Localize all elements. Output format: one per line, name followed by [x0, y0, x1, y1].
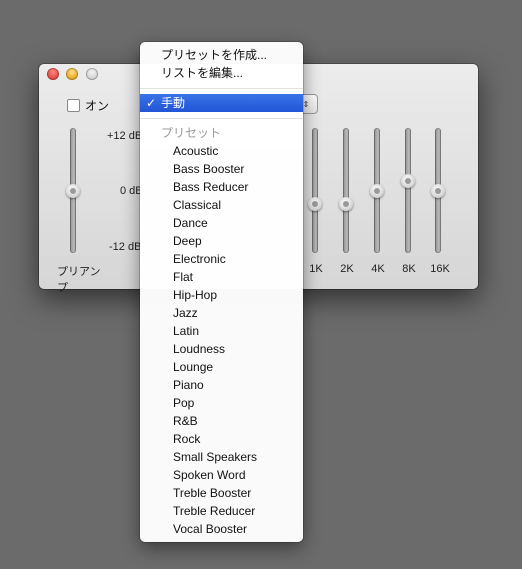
band-label-1k: 1K — [309, 263, 323, 275]
band-label-2k: 2K — [340, 263, 354, 275]
menu-item-label: プリセットを作成... — [161, 48, 268, 62]
preset-item-label: R&B — [173, 414, 198, 428]
band-16k-knob[interactable] — [431, 184, 445, 198]
preset-item-label: Spoken Word — [173, 468, 246, 482]
menu-separator — [140, 118, 303, 119]
preset-item-label: Vocal Booster — [173, 522, 248, 536]
preset-item[interactable]: Spoken Word — [140, 466, 303, 484]
preset-item[interactable]: Deep — [140, 232, 303, 250]
preset-item[interactable]: Acoustic — [140, 142, 303, 160]
zoom-button[interactable] — [86, 68, 98, 80]
preset-item-label: Latin — [173, 324, 200, 338]
slider-track — [405, 128, 411, 253]
band-2k-knob[interactable] — [339, 197, 353, 211]
preamp-slider-knob[interactable] — [66, 184, 80, 198]
preset-item-label: Rock — [173, 432, 201, 446]
preset-item-label: Treble Reducer — [173, 504, 256, 518]
on-checkbox[interactable]: オン — [67, 97, 109, 114]
preamp-slider[interactable] — [63, 128, 83, 253]
menu-item-manual[interactable]: ✓ 手動 — [140, 94, 303, 112]
preset-item-label: Classical — [173, 198, 222, 212]
preset-item[interactable]: Treble Booster — [140, 484, 303, 502]
preset-item[interactable]: Rock — [140, 430, 303, 448]
preset-item[interactable]: Latin — [140, 322, 303, 340]
menu-item-create-preset[interactable]: プリセットを作成... — [140, 46, 303, 64]
preset-item[interactable]: R&B — [140, 412, 303, 430]
band-slider-4k[interactable] — [367, 128, 387, 253]
preset-item-label: Flat — [173, 270, 194, 284]
preset-item-label: Dance — [173, 216, 208, 230]
preset-item[interactable]: Bass Reducer — [140, 178, 303, 196]
band-4k-knob[interactable] — [370, 184, 384, 198]
preamp-label: プリアンプ — [57, 266, 101, 294]
preset-item-label: Loudness — [173, 342, 226, 356]
preset-item-label: Bass Booster — [173, 162, 245, 176]
preset-item[interactable]: Small Speakers — [140, 448, 303, 466]
minimize-button[interactable] — [66, 68, 78, 80]
preset-item[interactable]: Vocal Booster — [140, 520, 303, 538]
on-label: オン — [85, 99, 110, 113]
band-label-16k: 16K — [430, 263, 450, 275]
preset-item[interactable]: Lounge — [140, 358, 303, 376]
band-label-8k: 8K — [402, 263, 416, 275]
preset-item[interactable]: Classical — [140, 196, 303, 214]
preset-item[interactable]: Piano — [140, 376, 303, 394]
menu-item-label: リストを編集... — [161, 66, 244, 80]
preset-item-label: Lounge — [173, 360, 214, 374]
checkmark-icon: ✓ — [146, 96, 157, 110]
menu-section-header: プリセット — [140, 124, 303, 142]
preset-item-label: Bass Reducer — [173, 180, 249, 194]
band-8k-knob[interactable] — [401, 174, 415, 188]
band-label-4k: 4K — [371, 263, 385, 275]
preset-item[interactable]: Jazz — [140, 304, 303, 322]
preset-item[interactable]: Treble Reducer — [140, 502, 303, 520]
preset-item[interactable]: Loudness — [140, 340, 303, 358]
preset-item[interactable]: Electronic — [140, 250, 303, 268]
band-slider-1k[interactable] — [305, 128, 325, 253]
menu-section-label: プリセット — [161, 126, 222, 140]
band-slider-8k[interactable] — [398, 128, 418, 253]
band-slider-2k[interactable] — [336, 128, 356, 253]
band-slider-16k[interactable] — [428, 128, 448, 253]
preset-item-label: Piano — [173, 378, 204, 392]
slider-track — [312, 128, 318, 253]
preset-item-label: Small Speakers — [173, 450, 258, 464]
preset-item-label: Electronic — [173, 252, 226, 266]
preset-item-label: Pop — [173, 396, 195, 410]
popup-arrows-icon: ⇕ — [302, 99, 310, 109]
preset-item-label: Treble Booster — [173, 486, 252, 500]
preset-item[interactable]: Hip-Hop — [140, 286, 303, 304]
preset-dropdown-menu: プリセットを作成... リストを編集... ✓ 手動 プリセット Acousti… — [140, 42, 303, 542]
preset-item-label: Jazz — [173, 306, 198, 320]
close-button[interactable] — [47, 68, 59, 80]
db-top-label: +12 dB — [107, 130, 143, 142]
slider-track — [343, 128, 349, 253]
menu-item-label: 手動 — [161, 96, 186, 110]
band-1k-knob[interactable] — [308, 197, 322, 211]
preset-item-label: Acoustic — [173, 144, 219, 158]
checkbox-box[interactable] — [67, 99, 80, 112]
preset-item-label: Hip-Hop — [173, 288, 218, 302]
preset-item[interactable]: Bass Booster — [140, 160, 303, 178]
menu-item-edit-list[interactable]: リストを編集... — [140, 64, 303, 82]
preset-item[interactable]: Pop — [140, 394, 303, 412]
preset-item[interactable]: Flat — [140, 268, 303, 286]
menu-separator — [140, 88, 303, 89]
preset-item[interactable]: Dance — [140, 214, 303, 232]
db-bottom-label: -12 dB — [109, 241, 142, 253]
preset-item-label: Deep — [173, 234, 202, 248]
